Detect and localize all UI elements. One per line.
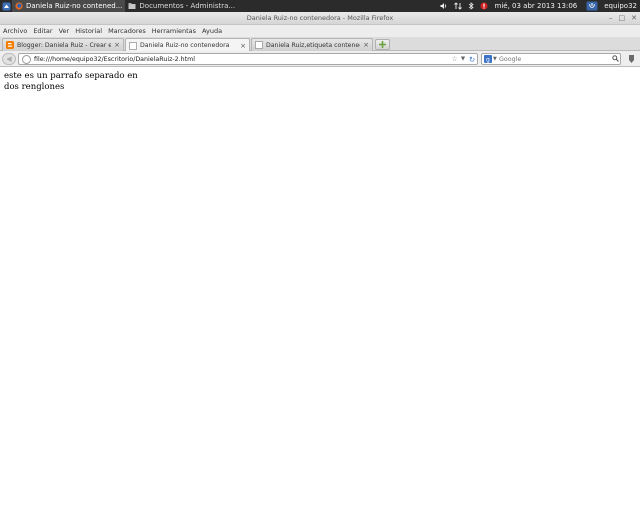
tab-current[interactable]: Daniela Ruiz-no contenedora × [125,38,250,52]
window-title: Daniela Ruiz-no contenedora - Mozilla Fi… [246,14,394,22]
reload-icon[interactable]: ↻ [467,55,477,64]
svg-text:g: g [486,57,490,64]
menu-archivo[interactable]: Archivo [3,27,27,35]
search-input[interactable] [497,54,610,64]
tab-label: Blogger: Daniela Ruiz - Crear ent... [17,41,111,49]
page-icon [129,41,137,50]
plus-icon [379,41,386,48]
paragraph-line-2: dos renglones [4,81,65,92]
menu-ayuda[interactable]: Ayuda [202,27,222,35]
search-icon[interactable] [610,54,620,64]
new-tab-button[interactable] [375,39,390,50]
tab-close-icon[interactable]: × [363,41,369,49]
search-bar[interactable]: g ▼ [481,53,621,65]
page-content: este es un parrafo separado en dos rengl… [0,68,640,512]
clock[interactable]: mié, 03 abr 2013 13:06 [491,0,584,12]
bookmark-star-icon[interactable]: ☆ [450,55,459,63]
chevron-down-icon[interactable]: ▼ [459,56,467,62]
close-icon[interactable]: ✕ [631,14,637,22]
tab-label: Daniela Ruiz-no contenedora [140,42,230,49]
menu-marcadores[interactable]: Marcadores [108,27,146,35]
menu-editar[interactable]: Editar [33,27,52,35]
tab-label: Daniela Ruiz,etiqueta contened... [266,41,361,49]
system-panel: Daniela Ruiz-no contened... Documentos -… [0,0,640,12]
url-input[interactable]: file:///home/equipo32/Escritorio/Daniela… [34,56,450,63]
page-icon [255,41,263,49]
arrow-left-icon: ◀ [6,55,12,63]
back-button[interactable]: ◀ [2,53,16,65]
url-bar[interactable]: file:///home/equipo32/Escritorio/Daniela… [18,53,478,65]
shutdown-icon[interactable] [583,0,601,12]
navigation-bar: ◀ file:///home/equipo32/Escritorio/Danie… [0,51,640,67]
menu-historial[interactable]: Historial [75,27,102,35]
network-icon[interactable] [451,0,465,12]
maximize-icon[interactable]: □ [619,14,626,22]
minimize-icon[interactable]: – [609,14,613,22]
blogger-icon [6,41,14,49]
paragraph: este es un parrafo separado en dos rengl… [4,71,138,92]
menu-herramientas[interactable]: Herramientas [152,27,196,35]
tab-blogger[interactable]: Blogger: Daniela Ruiz - Crear ent... × [2,38,124,51]
site-identity-icon[interactable] [22,54,31,64]
volume-icon[interactable] [437,0,451,12]
tab-close-icon[interactable]: × [114,41,120,49]
tab-etiqueta[interactable]: Daniela Ruiz,etiqueta contened... × [251,38,373,51]
taskbar-item-firefox[interactable]: Daniela Ruiz-no contened... [12,0,126,12]
battery-warning-icon[interactable] [477,0,491,12]
taskbar-item-label: Daniela Ruiz-no contened... [26,2,123,10]
window-titlebar[interactable]: Daniela Ruiz-no contenedora - Mozilla Fi… [0,12,640,25]
app-menu-icon[interactable] [0,0,12,12]
firefox-icon [15,2,23,10]
system-tray: mié, 03 abr 2013 13:06 equipo32 [437,0,640,12]
search-engine-icon[interactable]: g ▼ [484,54,497,64]
bluetooth-icon[interactable] [465,0,477,12]
menu-ver[interactable]: Ver [59,27,70,35]
folder-icon [128,2,136,10]
addon-icon[interactable] [624,53,638,65]
taskbar-item-label: Documentos - Administra... [139,2,236,10]
paragraph-line-1: este es un parrafo separado en [4,71,138,81]
menu-bar: Archivo Editar Ver Historial Marcadores … [0,25,640,37]
tab-strip: Blogger: Daniela Ruiz - Crear ent... × D… [0,37,640,52]
tab-close-icon[interactable]: × [240,42,246,50]
window-controls: – □ ✕ [609,14,637,22]
user-name[interactable]: equipo32 [601,0,640,12]
taskbar-item-file-manager[interactable]: Documentos - Administra... [125,0,238,12]
